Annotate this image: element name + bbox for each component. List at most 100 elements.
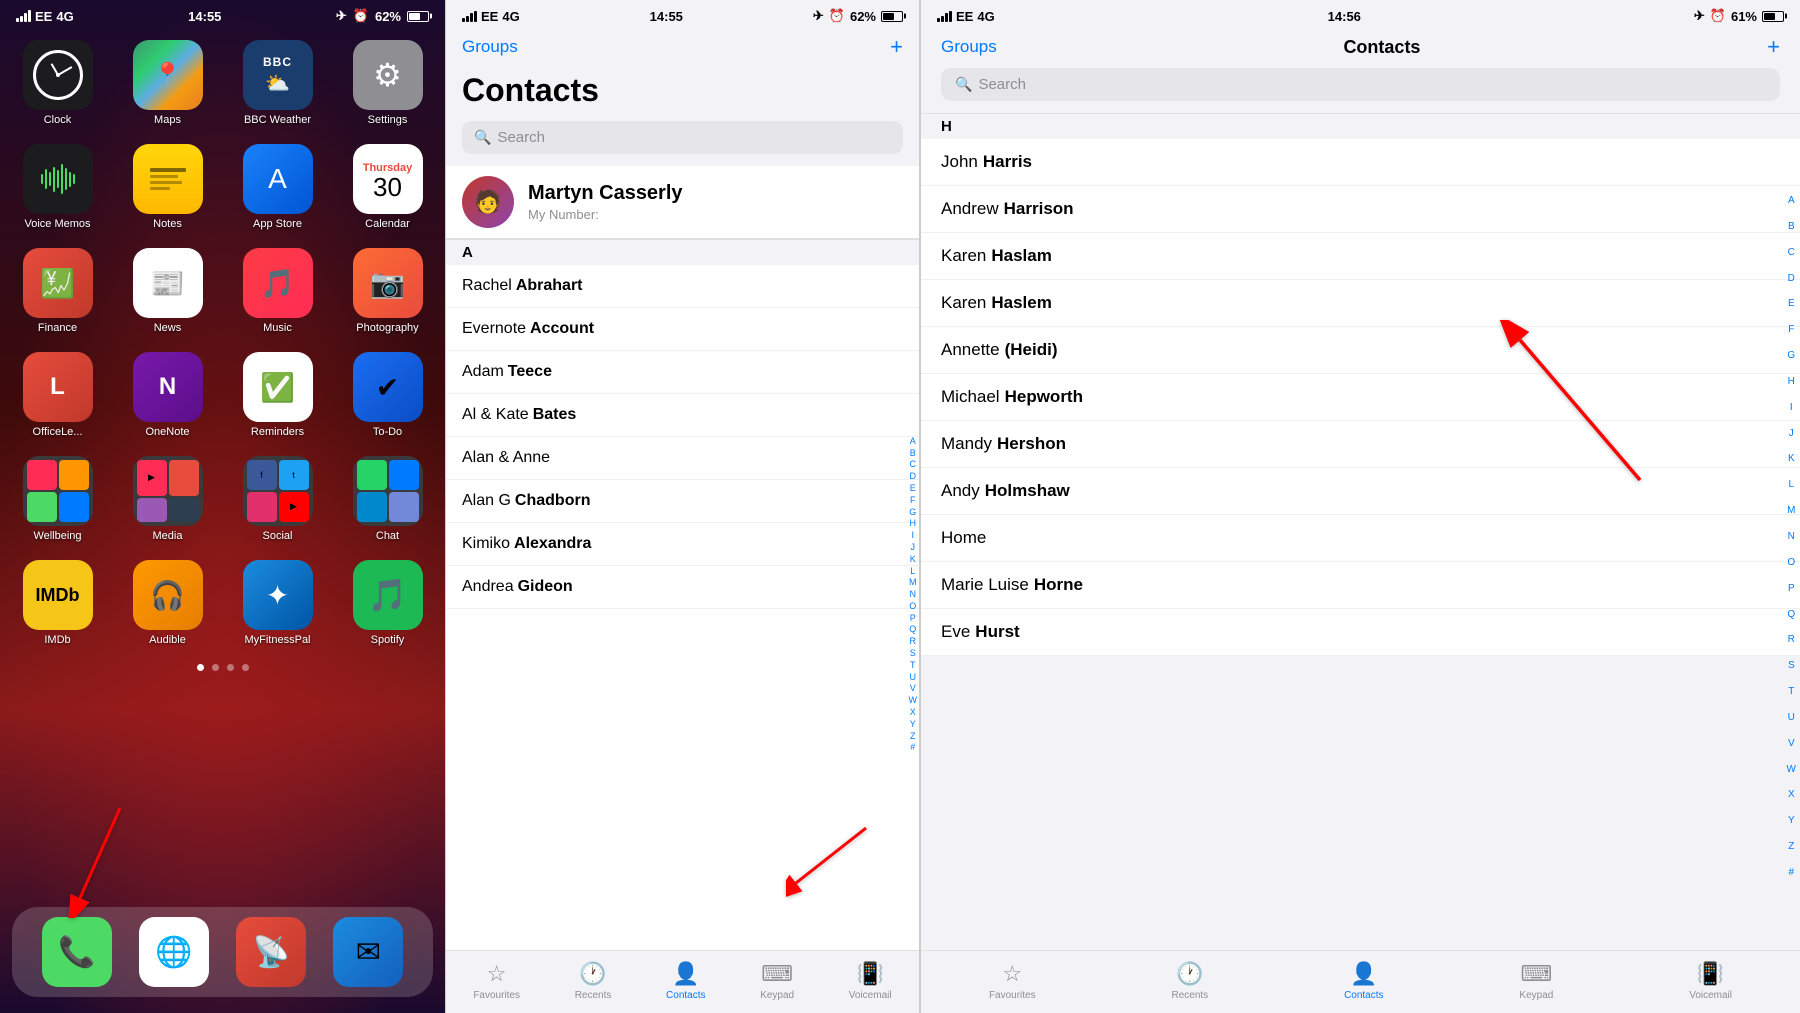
tab-keypad[interactable]: ⌨ Keypad [760,961,794,1001]
app-news[interactable]: 📰 News [123,248,213,334]
app-onenote[interactable]: N OneNote [123,352,213,438]
myfitnesspal-icon[interactable]: ✦ [243,560,313,630]
indexed-groups-button[interactable]: Groups [941,37,997,57]
alpha-N[interactable]: N [909,589,918,600]
app-notes[interactable]: Notes [123,144,213,230]
alpha-G[interactable]: G [909,507,918,518]
app-audible[interactable]: 🎧 Audible [123,560,213,646]
calendar-icon[interactable]: Thursday 30 [353,144,423,214]
page-dot-4[interactable] [242,664,249,671]
app-clock[interactable]: Clock [13,40,103,126]
app-imdb[interactable]: IMDb IMDb [13,560,103,646]
alpha-R[interactable]: R [909,636,918,647]
spotify-icon[interactable]: 🎵 [353,560,423,630]
tab-favourites[interactable]: ☆ Favourites [473,961,520,1001]
page-dot-1[interactable] [197,664,204,671]
groups-button[interactable]: Groups [462,37,518,57]
contact-home[interactable]: Home [921,515,1800,562]
alpha-B[interactable]: B [909,448,918,459]
contact-kimiko-alexandra[interactable]: Kimiko Alexandra [446,523,919,566]
clock-icon[interactable] [23,40,93,110]
contact-eve-hurst[interactable]: Eve Hurst [921,609,1800,656]
alpha-F[interactable]: F [909,495,918,506]
app-maps[interactable]: 📍 Maps [123,40,213,126]
app-chat[interactable]: Chat [343,456,433,542]
alpha-D[interactable]: D [909,471,918,482]
idx-alpha-W[interactable]: W [1787,764,1796,775]
alpha-X[interactable]: X [909,707,918,718]
alpha-Y[interactable]: Y [909,719,918,730]
app-spotify[interactable]: 🎵 Spotify [343,560,433,646]
idx-alpha-X[interactable]: X [1787,789,1796,800]
bbc-weather-icon[interactable]: BBC ⛅ [243,40,313,110]
idx-alpha-A[interactable]: A [1787,195,1796,206]
alpha-Q[interactable]: Q [909,624,918,635]
app-social[interactable]: f t ▶ Social [233,456,323,542]
voice-memos-icon[interactable] [23,144,93,214]
idx-tab-keypad[interactable]: ⌨ Keypad [1519,961,1553,1001]
contacts-search-bar[interactable]: 🔍 Search [462,121,903,154]
add-contact-button[interactable]: + [890,34,903,60]
idx-alpha-L[interactable]: L [1787,479,1796,490]
contact-alan-anne[interactable]: Alan & Anne [446,437,919,480]
alpha-J[interactable]: J [909,542,918,553]
my-contact-card[interactable]: 🧑 Martyn Casserly My Number: [446,166,919,239]
idx-alpha-N[interactable]: N [1787,531,1796,542]
app-media[interactable]: ▶ Media [123,456,213,542]
idx-alpha-E[interactable]: E [1787,298,1796,309]
idx-tab-voicemail[interactable]: 📳 Voicemail [1689,961,1732,1001]
indexed-add-button[interactable]: + [1767,34,1780,60]
idx-tab-contacts-active[interactable]: 👤 Contacts [1344,961,1383,1001]
app-finance[interactable]: 💹 Finance [13,248,103,334]
app-store-icon[interactable]: A [243,144,313,214]
idx-alpha-C[interactable]: C [1787,247,1796,258]
indexed-search-bar[interactable]: 🔍 Search [941,68,1780,101]
contact-annette-heidi[interactable]: Annette (Heidi) [921,327,1800,374]
alpha-O[interactable]: O [909,601,918,612]
idx-alpha-B[interactable]: B [1787,221,1796,232]
alpha-S[interactable]: S [909,648,918,659]
todo-icon[interactable]: ✔ [353,352,423,422]
dock-castaway[interactable]: 📡 [236,917,306,987]
idx-tab-favourites[interactable]: ☆ Favourites [989,961,1036,1001]
contact-al-kate-bates[interactable]: Al & Kate Bates [446,394,919,437]
dock-mail[interactable]: ✉ [333,917,403,987]
app-calendar[interactable]: Thursday 30 Calendar [343,144,433,230]
settings-icon[interactable]: ⚙ [353,40,423,110]
contact-john-harris[interactable]: John Harris [921,139,1800,186]
alpha-M[interactable]: M [909,577,918,588]
idx-alpha-P[interactable]: P [1787,583,1796,594]
photography-icon[interactable]: 📷 [353,248,423,318]
dock-chrome[interactable]: 🌐 [139,917,209,987]
tab-recents[interactable]: 🕐 Recents [575,961,612,1001]
contact-karen-haslem[interactable]: Karen Haslem [921,280,1800,327]
officelens-icon[interactable]: L [23,352,93,422]
idx-alpha-G[interactable]: G [1787,350,1796,361]
alpha-Z[interactable]: Z [909,731,918,742]
maps-icon[interactable]: 📍 [133,40,203,110]
tab-contacts-active[interactable]: 👤 Contacts [666,961,705,1001]
onenote-icon[interactable]: N [133,352,203,422]
idx-alpha-O[interactable]: O [1787,557,1796,568]
idx-alpha-D[interactable]: D [1787,273,1796,284]
contact-mandy-hershon[interactable]: Mandy Hershon [921,421,1800,468]
idx-alpha-R[interactable]: R [1787,634,1796,645]
alpha-I[interactable]: I [909,530,918,541]
alpha-H[interactable]: H [909,518,918,529]
app-photography[interactable]: 📷 Photography [343,248,433,334]
idx-alpha-Z[interactable]: Z [1787,841,1796,852]
alpha-P[interactable]: P [909,613,918,624]
contact-karen-haslam[interactable]: Karen Haslam [921,233,1800,280]
app-wellbeing[interactable]: Wellbeing [13,456,103,542]
tab-voicemail[interactable]: 📳 Voicemail [849,961,892,1001]
alpha-K[interactable]: K [909,554,918,565]
idx-alpha-I[interactable]: I [1787,402,1796,413]
idx-alpha-S[interactable]: S [1787,660,1796,671]
alpha-hash[interactable]: # [909,742,918,753]
alpha-E[interactable]: E [909,483,918,494]
contact-andrew-harrison[interactable]: Andrew Harrison [921,186,1800,233]
idx-alpha-K[interactable]: K [1787,453,1796,464]
page-dot-2[interactable] [212,664,219,671]
app-todo[interactable]: ✔ To-Do [343,352,433,438]
alpha-V[interactable]: V [909,683,918,694]
